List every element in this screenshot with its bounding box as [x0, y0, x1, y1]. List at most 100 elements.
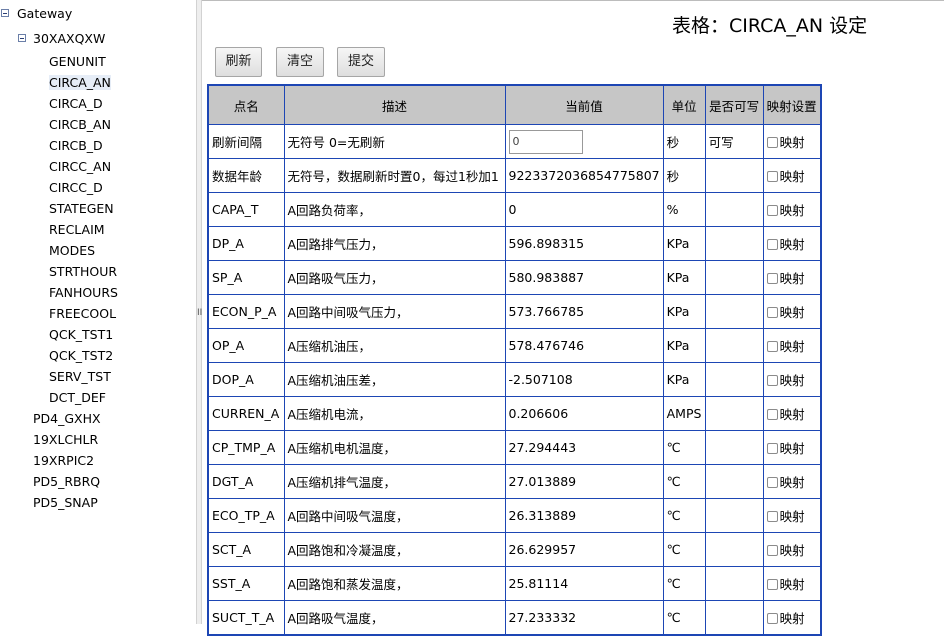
cell-point-name: ECON_P_A — [207, 294, 285, 329]
cell-mapping: 映射 — [762, 464, 822, 499]
tree-item-label: 19XLCHLR — [33, 432, 99, 447]
map-checkbox[interactable] — [766, 443, 778, 454]
tree-item[interactable]: RECLAIM — [49, 220, 105, 240]
cell-current-value: 27.294443 — [504, 430, 664, 465]
tree-node-label: 30XAXQXW — [33, 31, 106, 46]
cell-mapping: 映射 — [762, 362, 822, 397]
submit-button[interactable]: 提交 — [337, 47, 385, 77]
cell-unit: KPa — [662, 294, 706, 329]
cell-current-value: 578.476746 — [504, 328, 664, 363]
header-point-name: 点名 — [207, 84, 285, 125]
cell-description: A压缩机排气温度， — [283, 464, 506, 499]
map-checkbox[interactable] — [766, 341, 778, 352]
cell-mapping: 映射 — [762, 124, 822, 159]
table-header-row: 点名 描述 当前值 单位 是否可写 映射设置 — [207, 84, 822, 125]
tree-item[interactable]: QCK_TST1 — [49, 325, 113, 345]
cell-point-name: OP_A — [207, 328, 285, 363]
cell-writable — [704, 192, 764, 227]
panel-splitter[interactable]: II — [196, 0, 202, 624]
tree-item[interactable]: DCT_DEF — [49, 388, 106, 408]
cell-description: A压缩机电流， — [283, 396, 506, 431]
cell-current-value: 9223372036854775807 — [504, 158, 664, 193]
header-current-value: 当前值 — [504, 84, 664, 125]
map-label: 映射 — [779, 203, 805, 218]
tree-item[interactable]: SERV_TST — [49, 367, 111, 387]
tree-item[interactable]: MODES — [49, 241, 95, 261]
cell-writable — [704, 226, 764, 261]
cell-mapping: 映射 — [762, 532, 822, 567]
cell-description: 无符号 0=无刷新 — [283, 124, 506, 159]
map-checkbox[interactable] — [766, 545, 778, 556]
top-divider — [202, 0, 944, 1]
map-checkbox[interactable] — [766, 239, 778, 250]
tree-item[interactable]: CIRCC_AN — [49, 157, 111, 177]
splitter-grip-icon[interactable]: II — [197, 308, 202, 318]
cell-point-name: SCT_A — [207, 532, 285, 567]
collapse-icon[interactable] — [18, 34, 26, 42]
tree-device-item[interactable]: 19XRPIC2 — [33, 451, 94, 471]
value-input[interactable] — [508, 129, 583, 154]
tree-device-item[interactable]: PD5_RBRQ — [33, 472, 100, 492]
cell-description: A压缩机电机温度， — [283, 430, 506, 465]
tree-item[interactable]: CIRCA_AN — [49, 73, 111, 93]
cell-current-value: 26.313889 — [504, 498, 664, 533]
refresh-button[interactable]: 刷新 — [215, 47, 262, 77]
map-checkbox[interactable] — [766, 409, 778, 420]
table-row: CAPA_T A回路负荷率， 0% 映射 — [207, 192, 822, 227]
points-table: 点名 描述 当前值 单位 是否可写 映射设置 刷新间隔无符号 0=无刷新秒可写映… — [207, 84, 822, 636]
cell-description: A回路吸气温度， — [283, 600, 506, 636]
map-checkbox[interactable] — [766, 307, 778, 318]
table-row: SUCT_T_A A回路吸气温度， 27.233332 ℃ 映射 — [207, 600, 822, 636]
map-checkbox[interactable] — [766, 137, 778, 148]
map-label: 映射 — [779, 135, 805, 150]
collapse-icon[interactable] — [1, 9, 9, 17]
cell-point-name: SUCT_T_A — [207, 600, 285, 636]
map-checkbox[interactable] — [766, 273, 778, 284]
cell-mapping: 映射 — [762, 158, 822, 193]
map-checkbox[interactable] — [766, 477, 778, 488]
tree-item[interactable]: CIRCA_D — [49, 94, 103, 114]
tree-item[interactable]: GENUNIT — [49, 52, 106, 72]
cell-mapping: 映射 — [762, 294, 822, 329]
tree-item-label: QCK_TST2 — [49, 348, 114, 363]
tree-item[interactable]: CIRCC_D — [49, 178, 103, 198]
map-checkbox[interactable] — [766, 579, 778, 590]
table-row: CURREN_A A压缩机电流， 0.206606 AMPS 映射 — [207, 396, 822, 431]
map-checkbox[interactable] — [766, 205, 778, 216]
map-checkbox[interactable] — [766, 613, 778, 624]
table-row: OP_A A压缩机油压， 578.476746 KPa 映射 — [207, 328, 822, 363]
map-checkbox[interactable] — [766, 375, 778, 386]
tree-item[interactable]: STRTHOUR — [49, 262, 117, 282]
map-label: 映射 — [779, 237, 805, 252]
cell-unit: KPa — [662, 260, 706, 295]
tree-item[interactable]: STATEGEN — [49, 199, 114, 219]
table-row: SST_A A回路饱和蒸发温度， 25.81114 ℃ 映射 — [207, 566, 822, 601]
clear-button[interactable]: 清空 — [276, 47, 324, 77]
table-row: DGT_A A压缩机排气温度， 27.013889 ℃ 映射 — [207, 464, 822, 499]
cell-unit: KPa — [662, 328, 706, 363]
tree-item[interactable]: CIRCB_D — [49, 136, 103, 156]
tree-device-item[interactable]: 19XLCHLR — [33, 430, 98, 450]
tree-device-item[interactable]: PD5_SNAP — [33, 493, 98, 513]
table-row: DOP_A A压缩机油压差， -2.507108 KPa 映射 — [207, 362, 822, 397]
tree-item[interactable]: CIRCB_AN — [49, 115, 111, 135]
cell-description: A回路负荷率， — [283, 192, 506, 227]
tree-node-label: Gateway — [17, 6, 73, 21]
map-checkbox[interactable] — [766, 171, 778, 182]
tree-item-label: CIRCB_D — [49, 138, 103, 153]
map-label: 映射 — [779, 339, 805, 354]
tree-device-item[interactable]: PD4_GXHX — [33, 409, 101, 429]
map-checkbox[interactable] — [766, 511, 778, 522]
cell-writable — [704, 328, 764, 363]
tree-item[interactable]: QCK_TST2 — [49, 346, 113, 366]
tree-item[interactable]: FREECOOL — [49, 304, 116, 324]
tree-item-label: PD4_GXHX — [33, 411, 101, 426]
map-label: 映射 — [779, 305, 805, 320]
tree-item-label: GENUNIT — [49, 54, 106, 69]
map-label: 映射 — [779, 407, 805, 422]
cell-current-value: 25.81114 — [504, 566, 664, 601]
tree-item-label: QCK_TST1 — [49, 327, 114, 342]
cell-unit: AMPS — [662, 396, 706, 431]
tree-item[interactable]: FANHOURS — [49, 283, 118, 303]
page-title: 表格：CIRCA_AN 设定 — [672, 15, 868, 37]
